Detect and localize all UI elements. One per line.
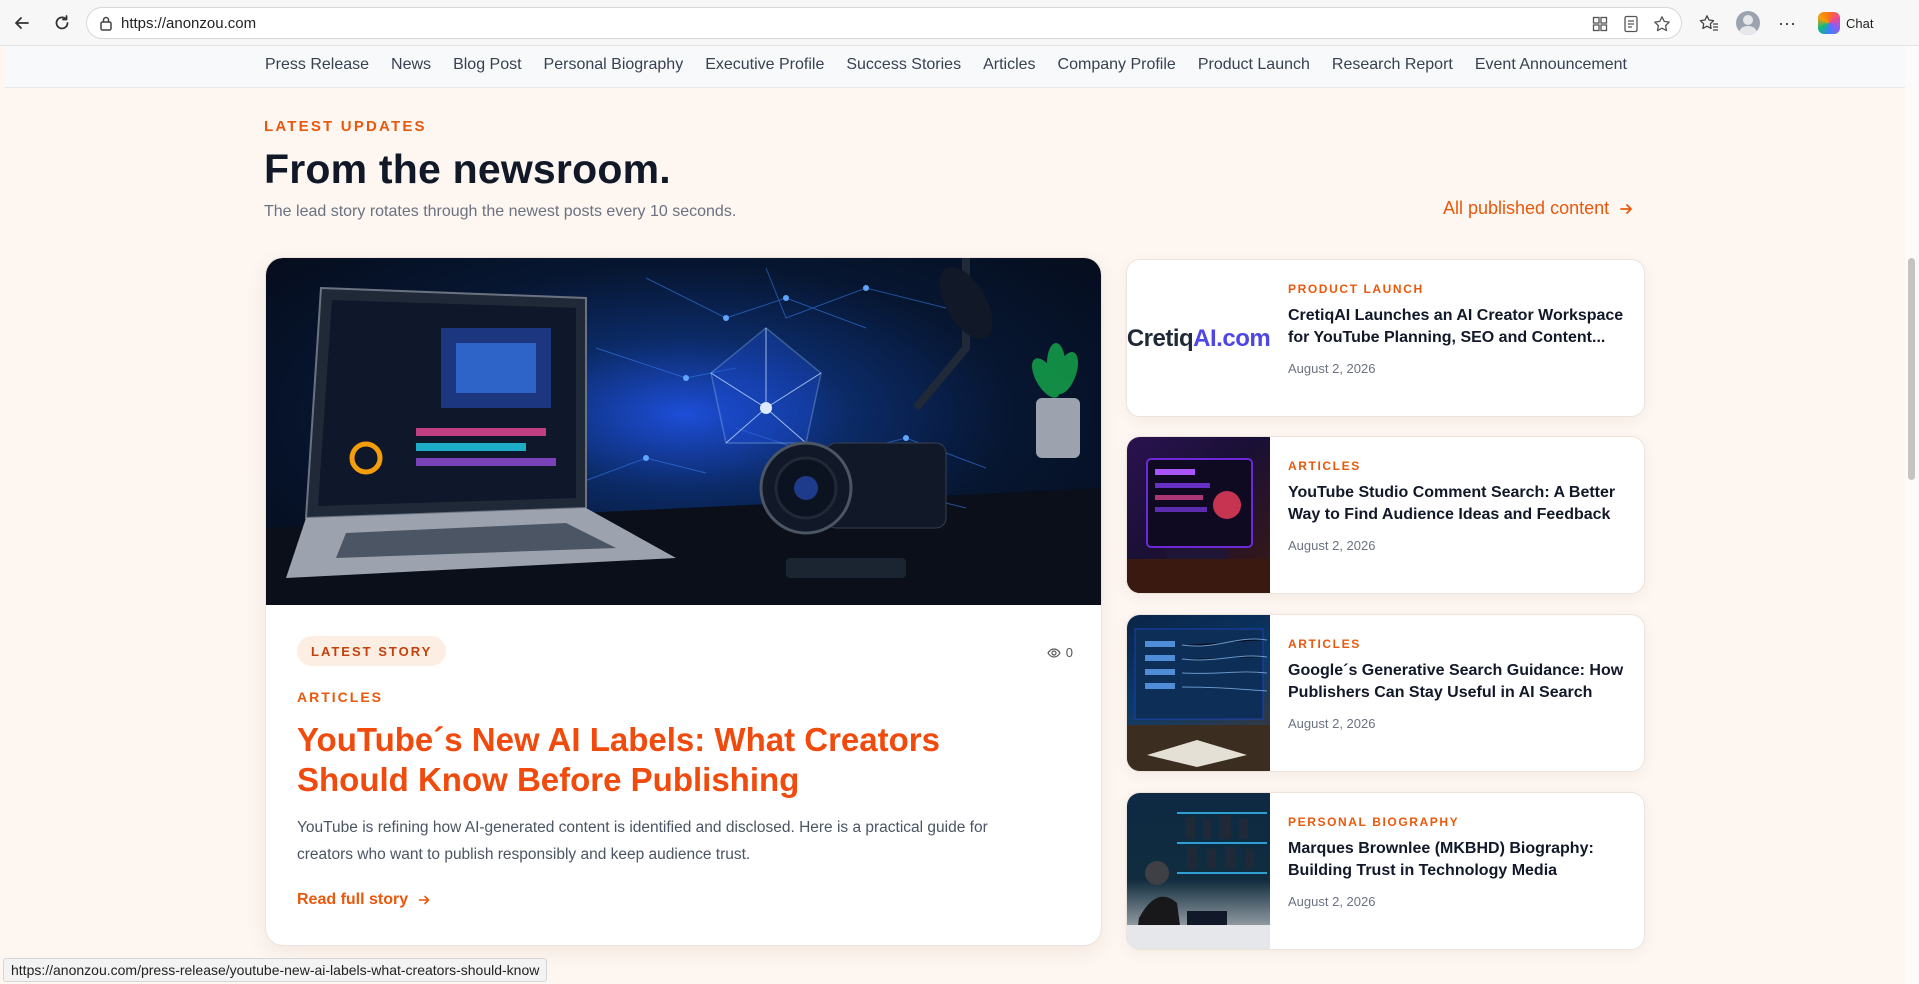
nav-item-company-profile[interactable]: Company Profile [1058, 56, 1176, 74]
scrollbar-track[interactable] [1905, 46, 1919, 984]
side-story-title[interactable]: YouTube Studio Comment Search: A Better … [1288, 482, 1628, 526]
arrow-right-icon [418, 895, 430, 905]
address-bar[interactable]: https://anonzou.com [86, 7, 1682, 39]
side-story-category[interactable]: ARTICLES [1288, 459, 1361, 473]
favorite-star-icon[interactable] [1652, 14, 1672, 34]
browser-toolbar: https://anonzou.com ··· Chat [0, 0, 1919, 46]
nav-item-blog-post[interactable]: Blog Post [453, 56, 521, 74]
cretiqai-logo: CretiqAI.com [1127, 325, 1270, 352]
side-story-date: August 2, 2026 [1288, 716, 1376, 731]
lead-story-title[interactable]: YouTube´s New AI Labels: What Creators S… [297, 720, 1017, 800]
side-story-date: August 2, 2026 [1288, 894, 1376, 909]
side-story-date: August 2, 2026 [1288, 361, 1376, 376]
side-story-card[interactable]: ARTICLES Google´s Generative Search Guid… [1126, 614, 1645, 772]
view-count: 0 [1047, 645, 1073, 660]
view-count-value: 0 [1065, 645, 1073, 660]
reader-mode-icon[interactable] [1621, 14, 1641, 34]
nav-item-research-report[interactable]: Research Report [1332, 56, 1453, 74]
side-story-card[interactable]: PERSONAL BIOGRAPHY Marques Brownlee (MKB… [1126, 792, 1645, 950]
side-story-thumbnail [1127, 793, 1270, 949]
lead-story-image [266, 258, 1101, 605]
back-button[interactable] [7, 8, 37, 38]
nav-list: Press Release News Blog Post Personal Bi… [265, 56, 1627, 74]
read-full-story-link[interactable]: Read full story [297, 891, 430, 909]
side-story-card[interactable]: ARTICLES YouTube Studio Comment Search: … [1126, 436, 1645, 594]
latest-story-badge: LATEST STORY [297, 636, 447, 666]
lock-icon [99, 15, 113, 36]
side-story-thumbnail [1127, 437, 1270, 593]
nav-item-executive-profile[interactable]: Executive Profile [705, 56, 824, 74]
arrow-right-icon [1620, 203, 1633, 214]
nav-item-personal-biography[interactable]: Personal Biography [544, 56, 684, 74]
lead-story-excerpt: YouTube is refining how AI-generated con… [297, 819, 988, 863]
profile-avatar[interactable] [1736, 11, 1760, 35]
all-published-link[interactable]: All published content [1443, 198, 1633, 219]
nav-item-articles[interactable]: Articles [983, 56, 1035, 74]
favorites-icon[interactable] [1696, 10, 1722, 36]
reload-button[interactable] [47, 8, 77, 38]
nav-item-press-release[interactable]: Press Release [265, 56, 369, 74]
lead-story-card[interactable]: LATEST STORY 0 ARTICLES YouTube´s New AI… [265, 257, 1102, 946]
side-story-title[interactable]: Marques Brownlee (MKBHD) Biography: Buil… [1288, 838, 1628, 882]
copilot-chat-button[interactable]: Chat [1808, 8, 1898, 38]
url-text: https://anonzou.com [121, 15, 257, 32]
side-story-title[interactable]: Google´s Generative Search Guidance: How… [1288, 660, 1628, 704]
side-story-thumbnail [1127, 615, 1270, 771]
read-full-story-label: Read full story [297, 891, 409, 908]
side-story-category[interactable]: PERSONAL BIOGRAPHY [1288, 815, 1459, 829]
arrow-left-icon [15, 17, 29, 29]
side-story-category[interactable]: ARTICLES [1288, 637, 1361, 651]
site-nav: Press Release News Blog Post Personal Bi… [5, 46, 1905, 88]
nav-item-success-stories[interactable]: Success Stories [846, 56, 961, 74]
section-subtitle: The lead story rotates through the newes… [264, 203, 737, 220]
side-story-card[interactable]: CretiqAI.com PRODUCT LAUNCH CretiqAI Lau… [1126, 259, 1645, 417]
app-available-icon[interactable] [1590, 14, 1610, 34]
nav-item-event-announcement[interactable]: Event Announcement [1475, 56, 1627, 74]
side-story-title[interactable]: CretiqAI Launches an AI Creator Workspac… [1288, 305, 1628, 349]
lead-story-body: LATEST STORY 0 ARTICLES YouTube´s New AI… [266, 605, 1101, 945]
page-title: From the newsroom. [264, 146, 671, 192]
copilot-icon [1818, 12, 1840, 34]
side-story-thumbnail: CretiqAI.com [1127, 260, 1270, 416]
status-bar-url: https://anonzou.com/press-release/youtub… [3, 958, 548, 982]
chat-label: Chat [1846, 15, 1874, 31]
lead-story-category[interactable]: ARTICLES [297, 689, 383, 705]
nav-item-news[interactable]: News [391, 56, 431, 74]
reload-icon [55, 15, 69, 30]
section-eyebrow: LATEST UPDATES [264, 118, 427, 135]
scrollbar-thumb[interactable] [1908, 258, 1915, 480]
more-options-icon[interactable]: ··· [1774, 10, 1800, 36]
all-published-label: All published content [1443, 198, 1610, 218]
side-story-date: August 2, 2026 [1288, 538, 1376, 553]
side-story-category[interactable]: PRODUCT LAUNCH [1288, 282, 1424, 296]
nav-item-product-launch[interactable]: Product Launch [1198, 56, 1310, 74]
eye-icon [1047, 647, 1061, 658]
